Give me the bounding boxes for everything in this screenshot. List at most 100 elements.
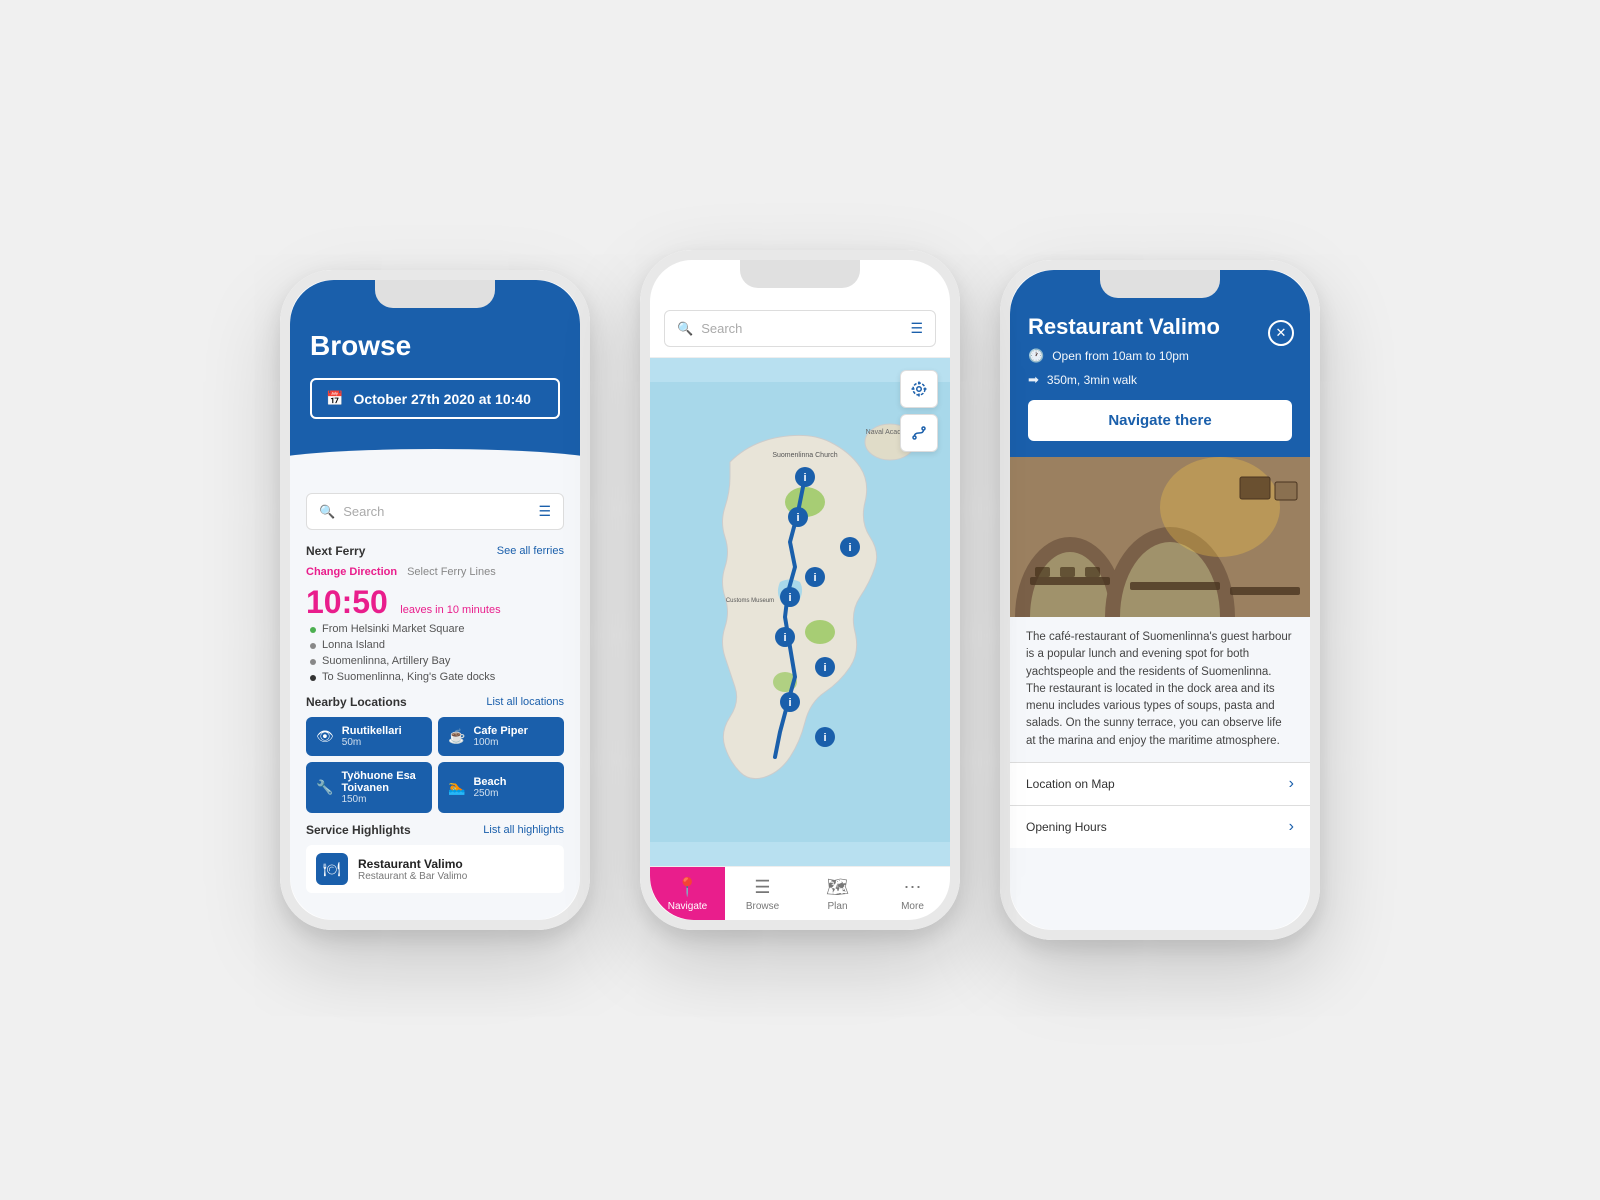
open-hours-text: Open from 10am to 10pm [1052, 349, 1189, 363]
open-hours-row: 🕐 Open from 10am to 10pm [1028, 348, 1292, 364]
change-direction-btn[interactable]: Change Direction [306, 566, 397, 578]
svg-text:Customs Museum: Customs Museum [726, 598, 774, 604]
nav-more[interactable]: ⋯ More [875, 867, 950, 920]
date-box[interactable]: 📅 October 27th 2020 at 10:40 [310, 378, 560, 419]
svg-text:i: i [803, 472, 806, 484]
browse-content: 🔍 Search ☰ Next Ferry See all ferries Ch… [290, 479, 580, 920]
map-search[interactable]: 🔍 Search ☰ [664, 310, 936, 347]
route-stops: From Helsinki Market Square Lonna Island… [306, 621, 564, 685]
see-all-ferries[interactable]: See all ferries [497, 545, 564, 557]
svg-text:i: i [783, 632, 786, 644]
ferry-time-row: 10:50 leaves in 10 minutes [306, 584, 564, 621]
browse-title: Browse [310, 330, 560, 362]
phone-left-screen: Browse 📅 October 27th 2020 at 10:40 🔍 Se… [290, 280, 580, 920]
browse-wave [290, 449, 580, 479]
nearby-item-cafepiper[interactable]: ☕ Cafe Piper100m [438, 717, 564, 756]
stop-4: To Suomenlinna, King's Gate docks [306, 669, 564, 685]
browse-icon: ☰ [754, 877, 770, 898]
nav-navigate[interactable]: 📍 Navigate [650, 867, 725, 920]
select-lines-btn[interactable]: Select Ferry Lines [407, 566, 496, 578]
eye-icon: 👁 [316, 728, 334, 745]
stop-1: From Helsinki Market Square [306, 621, 564, 637]
restaurant-header: ✕ Restaurant Valimo 🕐 Open from 10am to … [1010, 270, 1310, 457]
close-btn[interactable]: ✕ [1268, 320, 1294, 346]
nearby-item-ruutikellari[interactable]: 👁 Ruutikellari50m [306, 717, 432, 756]
coffee-icon: ☕ [448, 728, 465, 745]
nav-browse-label: Browse [746, 901, 779, 912]
phone-right-notch [1100, 270, 1220, 298]
phone-right: ✕ Restaurant Valimo 🕐 Open from 10am to … [1000, 260, 1320, 940]
nearby-dist-4: 250m [473, 788, 506, 799]
leaves-text: leaves in 10 minutes [400, 604, 500, 616]
svg-text:i: i [823, 732, 826, 744]
navigate-icon: 📍 [676, 877, 698, 898]
map-body[interactable]: i i i i i i [650, 358, 950, 866]
stop-3: Suomenlinna, Artillery Bay [306, 653, 564, 669]
date-text: October 27th 2020 at 10:40 [353, 391, 530, 407]
svg-text:i: i [813, 572, 816, 584]
svg-text:i: i [788, 592, 791, 604]
nearby-name-1: Ruutikellari [342, 725, 402, 737]
svg-text:i: i [848, 542, 851, 554]
svg-text:i: i [823, 662, 826, 674]
ferry-title: Next Ferry [306, 544, 365, 558]
ferry-controls: Change Direction Select Ferry Lines [306, 566, 564, 578]
nearby-item-beach[interactable]: 🏊 Beach250m [438, 762, 564, 813]
nav-plan-label: Plan [827, 901, 847, 912]
map-search-icon: 🔍 [677, 321, 693, 337]
phone-center-screen: 🔍 Search ☰ [650, 260, 950, 920]
nav-navigate-label: Navigate [668, 901, 707, 912]
map-bottom-nav: 📍 Navigate ☰ Browse 🗺 Plan ⋯ More [650, 866, 950, 920]
nearby-item-tyohuone[interactable]: 🔧 Työhuone Esa Toivanen150m [306, 762, 432, 813]
svg-text:i: i [796, 512, 799, 524]
svg-text:i: i [788, 697, 791, 709]
nav-browse[interactable]: ☰ Browse [725, 867, 800, 920]
nearby-section-header: Nearby Locations List all locations [306, 695, 564, 709]
highlight-sub: Restaurant & Bar Valimo [358, 871, 467, 882]
phone-center-notch [740, 260, 860, 288]
opening-hours-label: Opening Hours [1026, 820, 1107, 834]
nearby-grid: 👁 Ruutikellari50m ☕ Cafe Piper100m 🔧 Työ… [306, 717, 564, 813]
nearby-name-4: Beach [473, 776, 506, 788]
restaurant-image [1010, 457, 1310, 617]
phone-right-screen: ✕ Restaurant Valimo 🕐 Open from 10am to … [1010, 270, 1310, 930]
phone-center: 🔍 Search ☰ [640, 250, 960, 930]
search-icon: 🔍 [319, 504, 335, 520]
list-icon: ☰ [538, 503, 551, 520]
scene: Browse 📅 October 27th 2020 at 10:40 🔍 Se… [200, 150, 1400, 1050]
highlights-title: Service Highlights [306, 823, 411, 837]
restaurant-title: Restaurant Valimo [1028, 314, 1292, 340]
restaurant-description: The café-restaurant of Suomenlinna's gue… [1010, 617, 1310, 762]
nearby-dist-2: 100m [473, 737, 527, 748]
location-map-label: Location on Map [1026, 777, 1115, 791]
nearby-name-3: Työhuone Esa Toivanen [341, 770, 422, 794]
search-bar[interactable]: 🔍 Search ☰ [306, 493, 564, 530]
calendar-icon: 📅 [326, 390, 343, 407]
plan-icon: 🗺 [826, 877, 849, 898]
highlight-item-valimo[interactable]: 🍽 Restaurant Valimo Restaurant & Bar Val… [306, 845, 564, 893]
navigate-there-btn[interactable]: Navigate there [1028, 400, 1292, 441]
route-btn[interactable] [900, 414, 938, 452]
map-controls [900, 370, 938, 452]
search-placeholder: Search [343, 504, 530, 519]
distance-row: ➡ 350m, 3min walk [1028, 372, 1292, 388]
highlight-name: Restaurant Valimo [358, 857, 467, 871]
nearby-dist-3: 150m [341, 794, 422, 805]
list-all-highlights[interactable]: List all highlights [483, 824, 564, 836]
nav-plan[interactable]: 🗺 Plan [800, 867, 875, 920]
opening-hours-row[interactable]: Opening Hours › [1010, 805, 1310, 848]
nearby-dist-1: 50m [342, 737, 402, 748]
restaurant-icon: 🍽 [316, 853, 348, 885]
restaurant-content: The café-restaurant of Suomenlinna's gue… [1010, 457, 1310, 930]
location-on-map-row[interactable]: Location on Map › [1010, 762, 1310, 805]
stop-2: Lonna Island [306, 637, 564, 653]
chevron-right-icon-1: › [1289, 775, 1294, 793]
chevron-right-icon-2: › [1289, 818, 1294, 836]
list-all-locations[interactable]: List all locations [486, 696, 564, 708]
nearby-title: Nearby Locations [306, 695, 407, 709]
phone-left: Browse 📅 October 27th 2020 at 10:40 🔍 Se… [280, 270, 590, 930]
phone-left-notch [375, 280, 495, 308]
svg-text:Suomenlinna Church: Suomenlinna Church [772, 452, 837, 459]
nearby-name-2: Cafe Piper [473, 725, 527, 737]
locate-btn[interactable] [900, 370, 938, 408]
